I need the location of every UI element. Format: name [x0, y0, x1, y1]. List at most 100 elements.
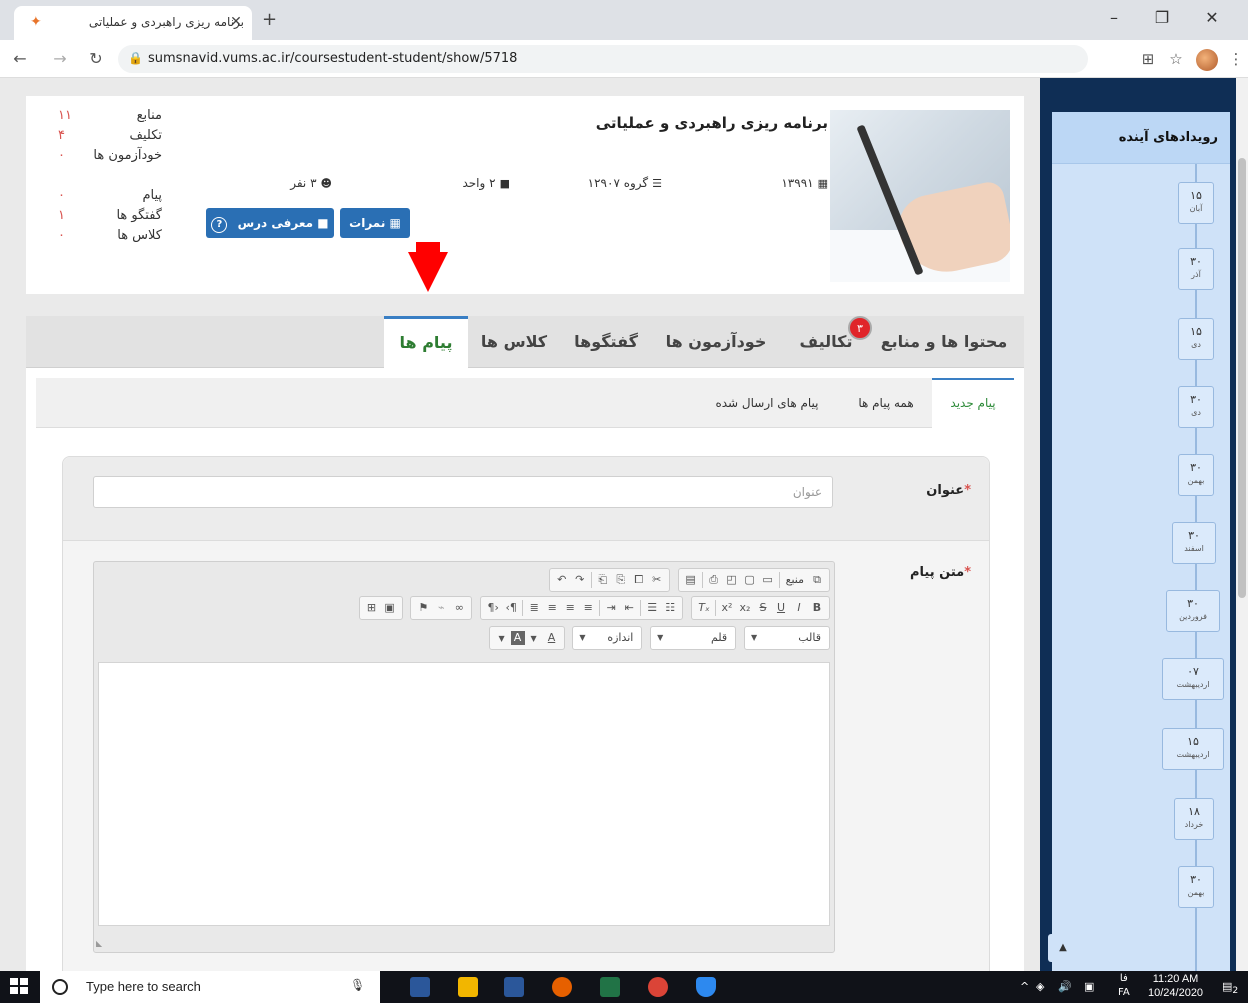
indent-icon[interactable]: ⇥ — [602, 597, 620, 619]
notification-center-icon[interactable]: ▤2 — [1222, 980, 1238, 996]
new-page-icon[interactable]: ▢ — [741, 569, 759, 591]
tab-new-message[interactable]: پیام جدید — [932, 378, 1014, 428]
remove-format-icon[interactable]: Tₓ — [695, 597, 713, 619]
browser-tab[interactable]: ✦ برنامه ریزی راهبردی و عملیاتی ✕ — [14, 6, 252, 40]
align-right-icon[interactable]: ≡ — [543, 597, 561, 619]
grades-button[interactable]: ▦ نمرات — [340, 208, 410, 238]
copy-icon[interactable]: ⧠ — [630, 569, 648, 591]
message-body-editor[interactable] — [98, 662, 830, 926]
tab-discussions[interactable]: گفتگوها — [564, 316, 648, 368]
course-intro-button[interactable]: ■ معرفی درس ? — [206, 208, 334, 238]
new-tab-icon[interactable]: + — [262, 11, 277, 29]
task-view-icon[interactable] — [410, 977, 430, 997]
event-item[interactable]: ۳۰ آذر — [1178, 248, 1214, 290]
firefox-icon[interactable] — [552, 977, 572, 997]
tab-messages[interactable]: پیام ها — [384, 316, 468, 368]
defender-icon[interactable] — [696, 977, 716, 997]
event-item[interactable]: ۱۵ دی — [1178, 318, 1214, 360]
tab-quizzes[interactable]: خودآزمون ها — [654, 316, 778, 368]
subscript-icon[interactable]: x₂ — [736, 597, 754, 619]
ltr-icon[interactable]: ¶› — [502, 597, 520, 619]
preview-icon[interactable]: ◰ — [723, 569, 741, 591]
back-icon[interactable]: ← — [10, 50, 30, 68]
event-item[interactable]: ۱۵ آبان — [1178, 182, 1214, 224]
tab-all-messages[interactable]: همه پیام ها — [846, 378, 926, 428]
network-icon[interactable]: ◈ — [1036, 980, 1044, 993]
superscript-icon[interactable]: x² — [718, 597, 736, 619]
profile-avatar[interactable] — [1196, 49, 1218, 71]
bold-icon[interactable]: B — [808, 597, 826, 619]
size-select[interactable]: اندازه ▼ — [572, 626, 643, 650]
align-center-icon[interactable]: ≡ — [561, 597, 579, 619]
scrollbar-thumb[interactable] — [1238, 158, 1246, 598]
print-icon[interactable]: ⎙ — [705, 569, 723, 591]
bg-color-icon[interactable]: A — [510, 631, 525, 645]
title-input[interactable] — [93, 476, 833, 508]
tab-sent-messages[interactable]: پیام های ارسال شده — [702, 378, 832, 428]
scroll-to-top-icon[interactable]: ▲ — [1048, 934, 1078, 962]
outdent-icon[interactable]: ⇤ — [620, 597, 638, 619]
font-select[interactable]: قلم ▼ — [650, 626, 737, 650]
translate-icon[interactable]: ⊞ — [1138, 50, 1158, 68]
file-explorer-icon[interactable] — [458, 977, 478, 997]
bulleted-list-icon[interactable]: ☰ — [643, 597, 661, 619]
event-item[interactable]: ۳۰ دی — [1178, 386, 1214, 428]
image-icon[interactable]: ▣ — [381, 597, 399, 619]
tab-content-resources[interactable]: محتوا ها و منابع — [866, 316, 1022, 368]
word-icon[interactable] — [504, 977, 524, 997]
reload-icon[interactable]: ↻ — [86, 50, 106, 68]
italic-icon[interactable]: I — [790, 597, 808, 619]
bg-color-caret-icon[interactable]: ▼ — [493, 628, 511, 650]
display-icon[interactable]: ▣ — [1084, 980, 1094, 993]
templates-icon[interactable]: ▤ — [682, 569, 700, 591]
minimize-icon[interactable]: – — [1094, 8, 1134, 27]
save-icon[interactable]: ▭ — [759, 569, 777, 591]
page-scrollbar[interactable] — [1236, 78, 1248, 971]
taskbar-clock[interactable]: 11:20 AM 10/24/2020 — [1148, 972, 1203, 1000]
resize-handle-icon[interactable]: ◣ — [96, 939, 102, 948]
event-item[interactable]: ۰۷ اردیبهشت — [1162, 658, 1224, 700]
align-left-icon[interactable]: ≡ — [579, 597, 597, 619]
redo-icon[interactable]: ↷ — [571, 569, 589, 591]
underline-icon[interactable]: U — [772, 597, 790, 619]
tray-chevron-icon[interactable]: ^ — [1020, 980, 1029, 993]
strike-icon[interactable]: S — [754, 597, 772, 619]
close-tab-icon[interactable]: ✕ — [228, 14, 244, 30]
bookmark-star-icon[interactable]: ☆ — [1166, 50, 1186, 68]
cut-icon[interactable]: ✂ — [648, 569, 666, 591]
paste-icon[interactable]: ⎘ — [612, 569, 630, 591]
event-item[interactable]: ۱۸ خرداد — [1174, 798, 1214, 840]
close-window-icon[interactable]: ✕ — [1192, 8, 1232, 27]
paste-text-icon[interactable]: ⎗ — [594, 569, 612, 591]
event-item[interactable]: ۳۰ بهمن — [1178, 454, 1214, 496]
rtl-icon[interactable]: ‹¶ — [484, 597, 502, 619]
justify-icon[interactable]: ≣ — [525, 597, 543, 619]
undo-icon[interactable]: ↶ — [553, 569, 571, 591]
menu-dots-icon[interactable]: ⋮ — [1226, 50, 1246, 68]
table-icon[interactable]: ⊞ — [363, 597, 381, 619]
event-item[interactable]: ۳۰ بهمن — [1178, 866, 1214, 908]
numbered-list-icon[interactable]: ☷ — [661, 597, 679, 619]
event-item[interactable]: ۳۰ اسفند — [1172, 522, 1216, 564]
windows-start-icon[interactable] — [10, 978, 30, 996]
text-color-caret-icon[interactable]: ▼ — [525, 628, 543, 650]
text-color-icon[interactable]: A — [543, 627, 561, 649]
language-indicator[interactable]: فا FA — [1118, 972, 1130, 1000]
anchor-icon[interactable]: ⚑ — [414, 597, 432, 619]
microphone-icon[interactable]: 🎙 — [350, 978, 365, 992]
restore-icon[interactable]: ❐ — [1142, 8, 1182, 27]
forward-icon[interactable]: → — [50, 50, 70, 68]
event-item[interactable]: ۱۵ اردیبهشت — [1162, 728, 1224, 770]
format-select[interactable]: قالب ▼ — [744, 626, 830, 650]
taskbar-search[interactable]: Type here to search 🎙 — [40, 971, 380, 1003]
excel-icon[interactable] — [600, 977, 620, 997]
volume-icon[interactable]: 🔊 — [1058, 980, 1072, 993]
unlink-icon[interactable]: ⌁ — [432, 597, 450, 619]
source-button[interactable]: منبع — [782, 569, 808, 591]
url-field[interactable]: 🔒 sumsnavid.vums.ac.ir/coursestudent-stu… — [118, 45, 1088, 73]
chrome-icon[interactable] — [648, 977, 668, 997]
event-item[interactable]: ۳۰ فروردین — [1166, 590, 1220, 632]
link-icon[interactable]: ∞ — [450, 597, 468, 619]
tab-classes[interactable]: کلاس ها — [474, 316, 554, 368]
source-icon[interactable]: ⧉ — [808, 569, 826, 591]
